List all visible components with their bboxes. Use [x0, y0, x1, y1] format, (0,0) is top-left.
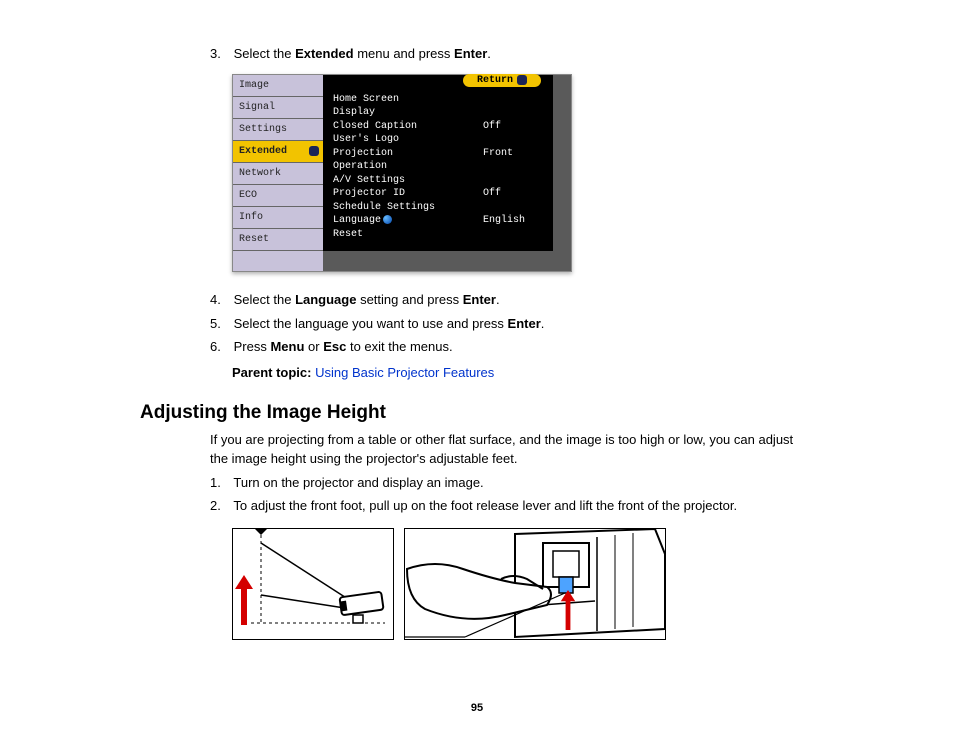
step-6: 6. Press Menu or Esc to exit the menus.	[210, 337, 814, 357]
osd-tab-network: Network	[233, 163, 323, 185]
osd-tab-extended: Extended	[233, 141, 323, 163]
projector-height-diagram	[232, 528, 814, 640]
osd-panel: Return Home Screen Display Closed Captio…	[323, 75, 571, 272]
page-number: 95	[0, 702, 954, 714]
step-s2-2: 2. To adjust the front foot, pull up on …	[210, 496, 814, 516]
osd-tab-reset: Reset	[233, 229, 323, 251]
osd-tab-eco: ECO	[233, 185, 323, 207]
step-number: 3.	[210, 44, 230, 64]
parent-topic-link[interactable]: Using Basic Projector Features	[315, 365, 494, 380]
step-4: 4. Select the Language setting and press…	[210, 290, 814, 310]
diagram-side-view	[232, 528, 394, 640]
section-heading: Adjusting the Image Height	[140, 402, 814, 424]
osd-return-button: Return	[463, 74, 541, 87]
osd-menu-screenshot: Image Signal Settings Extended Network E…	[232, 74, 572, 273]
parent-topic: Parent topic: Using Basic Projector Feat…	[232, 365, 814, 380]
up-arrow-icon	[237, 575, 251, 625]
osd-tab-list: Image Signal Settings Extended Network E…	[233, 75, 323, 272]
diagram-foot-lever	[404, 528, 666, 640]
osd-tab-settings: Settings	[233, 119, 323, 141]
step-3: 3. Select the Extended menu and press En…	[210, 44, 814, 64]
step-s2-1: 1. Turn on the projector and display an …	[210, 473, 814, 493]
osd-tab-signal: Signal	[233, 97, 323, 119]
up-arrow-icon	[562, 590, 573, 630]
globe-icon	[383, 215, 392, 224]
return-icon	[517, 75, 527, 85]
osd-tab-info: Info	[233, 207, 323, 229]
step-5: 5. Select the language you want to use a…	[210, 314, 814, 334]
step-text: Select the Extended menu and press Enter…	[234, 46, 491, 61]
osd-tab-image: Image	[233, 75, 323, 97]
intro-paragraph: If you are projecting from a table or ot…	[210, 430, 814, 469]
